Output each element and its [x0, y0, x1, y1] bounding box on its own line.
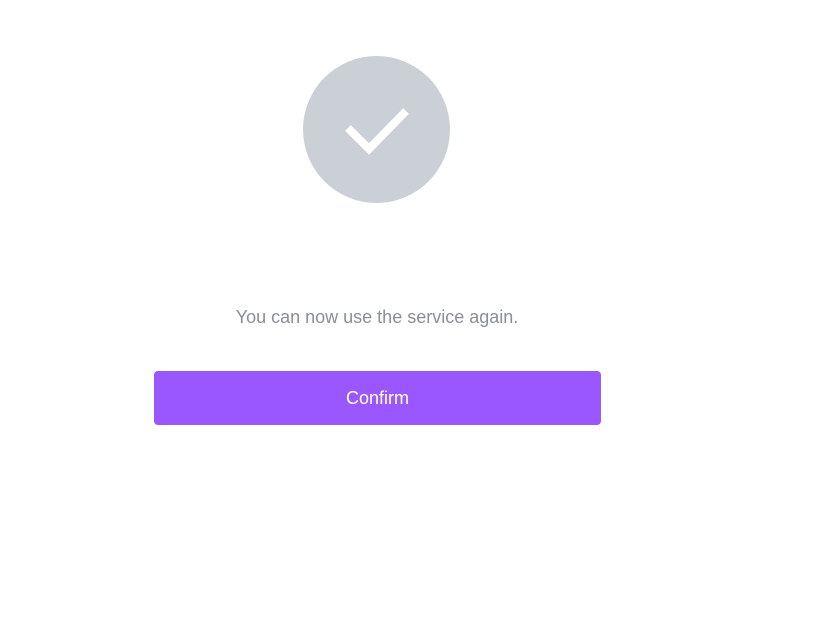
success-page: You can now use the service again. Confi…	[0, 0, 817, 632]
confirm-button[interactable]: Confirm	[154, 371, 601, 425]
status-message: You can now use the service again.	[235, 307, 519, 327]
success-badge	[303, 56, 450, 203]
checkmark-icon	[344, 107, 409, 155]
